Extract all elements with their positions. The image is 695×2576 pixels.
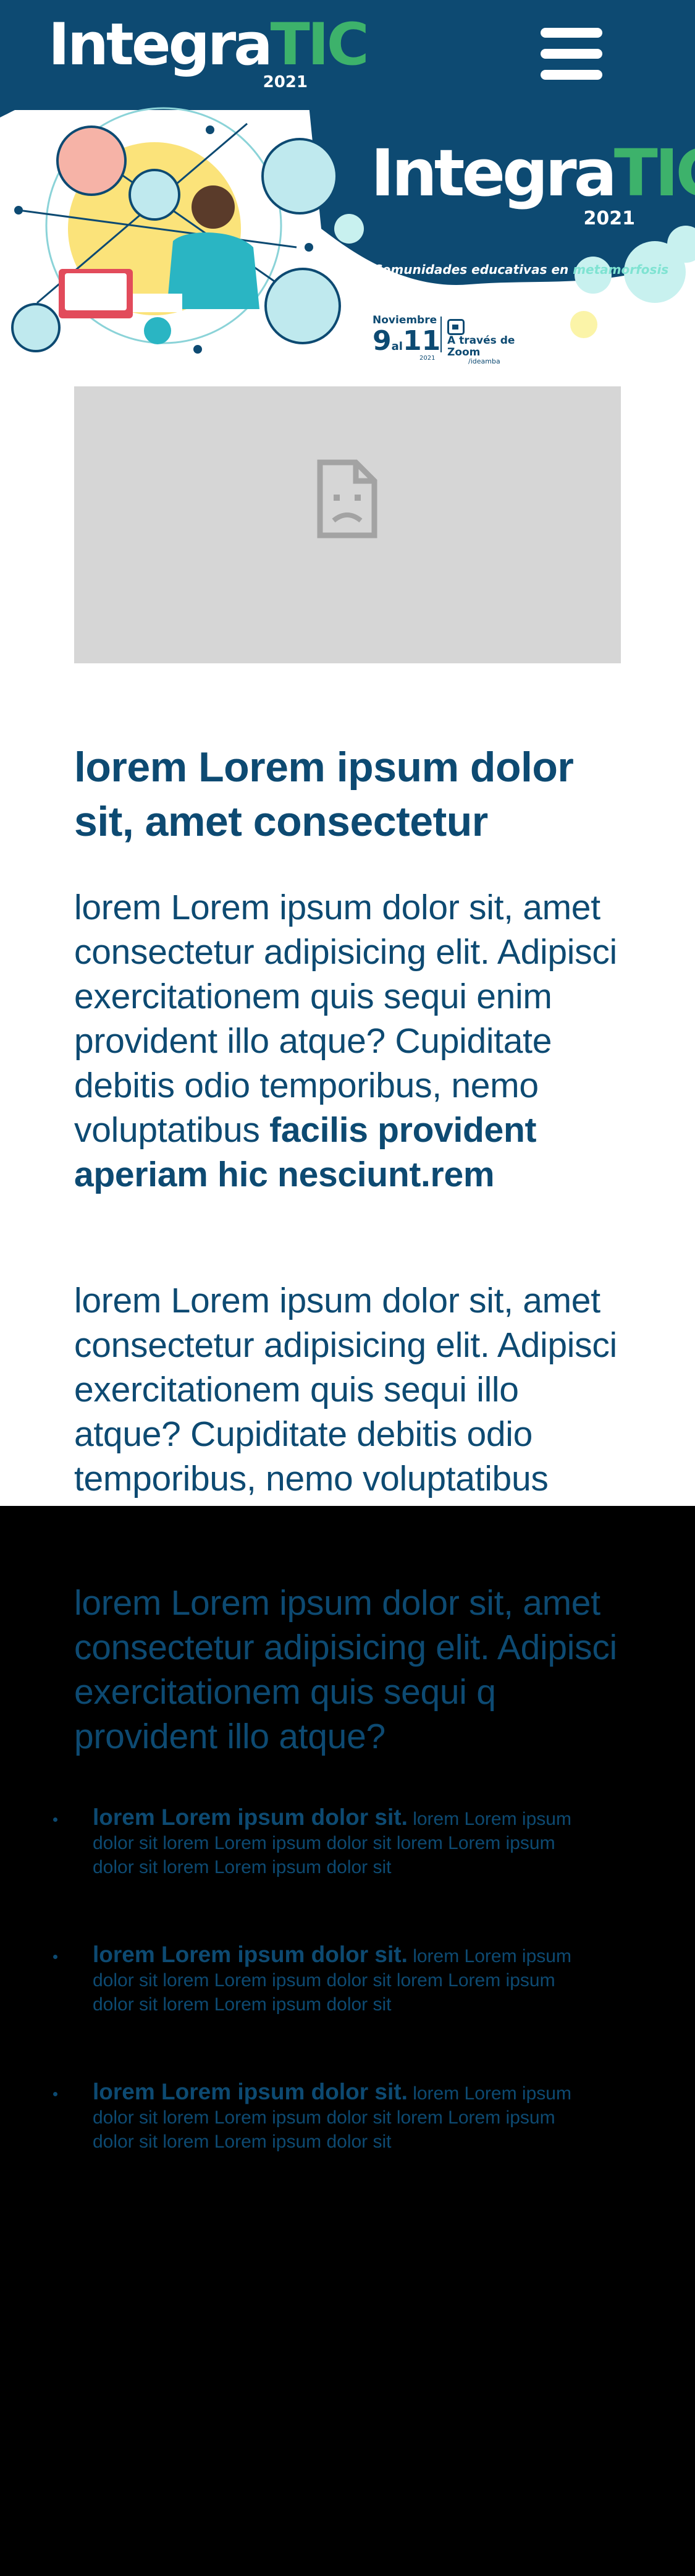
article-paragraph-2: lorem Lorem ipsum dolor sit, amet consec… bbox=[74, 1281, 617, 1498]
article-heading: lorem Lorem ipsum dolor sit, amet consec… bbox=[74, 744, 574, 845]
event-platform: A través de Zoom /ideamba bbox=[447, 319, 534, 365]
hamburger-icon-bar bbox=[541, 49, 602, 59]
brand-logo[interactable]: IntegraTIC 2021 bbox=[48, 14, 369, 94]
top-navbar: IntegraTIC 2021 bbox=[0, 0, 695, 110]
bullet-icon bbox=[53, 1955, 57, 1959]
hamburger-icon-bar bbox=[541, 70, 602, 80]
brand-wordmark: IntegraTIC bbox=[48, 11, 369, 79]
event-dates: Noviembre 9al11 2021 bbox=[373, 314, 447, 363]
list-item-lead: lorem Lorem ipsum dolor sit. bbox=[93, 2079, 408, 2104]
event-days: 9al11 bbox=[373, 325, 441, 357]
article-paragraph-1: lorem Lorem ipsum dolor sit, amet consec… bbox=[74, 888, 617, 1194]
list-item-lead: lorem Lorem ipsum dolor sit. bbox=[93, 1804, 408, 1830]
brand-year: 2021 bbox=[263, 73, 308, 91]
event-year: 2021 bbox=[419, 355, 436, 362]
hero-tagline: Comunidades educativas en metamorfosis bbox=[373, 262, 669, 277]
list-item-lead: lorem Lorem ipsum dolor sit. bbox=[93, 1942, 408, 1967]
list-item: lorem Lorem ipsum dolor sit. lorem Lorem… bbox=[53, 1942, 587, 2017]
hamburger-icon bbox=[541, 28, 602, 38]
article-paragraph-3: lorem Lorem ipsum dolor sit, amet consec… bbox=[74, 1583, 617, 1756]
broken-document-icon bbox=[317, 459, 377, 538]
embedded-video-placeholder[interactable] bbox=[74, 386, 621, 663]
list-item: lorem Lorem ipsum dolor sit. lorem Lorem… bbox=[53, 2079, 587, 2154]
event-month: Noviembre bbox=[373, 314, 437, 326]
hero-logo: IntegraTIC 2021 Comunidades educativas e… bbox=[371, 141, 695, 277]
menu-button[interactable] bbox=[541, 28, 602, 80]
bullet-icon bbox=[53, 2092, 57, 2096]
list-item: lorem Lorem ipsum dolor sit. lorem Lorem… bbox=[53, 1804, 587, 1879]
video-camera-icon bbox=[447, 319, 465, 335]
hero-year: 2021 bbox=[583, 208, 636, 229]
event-handle: /ideamba bbox=[468, 357, 500, 366]
hero-banner: IntegraTIC 2021 Comunidades educativas e… bbox=[0, 105, 695, 365]
bullet-icon bbox=[53, 1817, 57, 1822]
event-divider bbox=[440, 317, 442, 352]
hero-wordmark: IntegraTIC bbox=[371, 135, 695, 211]
